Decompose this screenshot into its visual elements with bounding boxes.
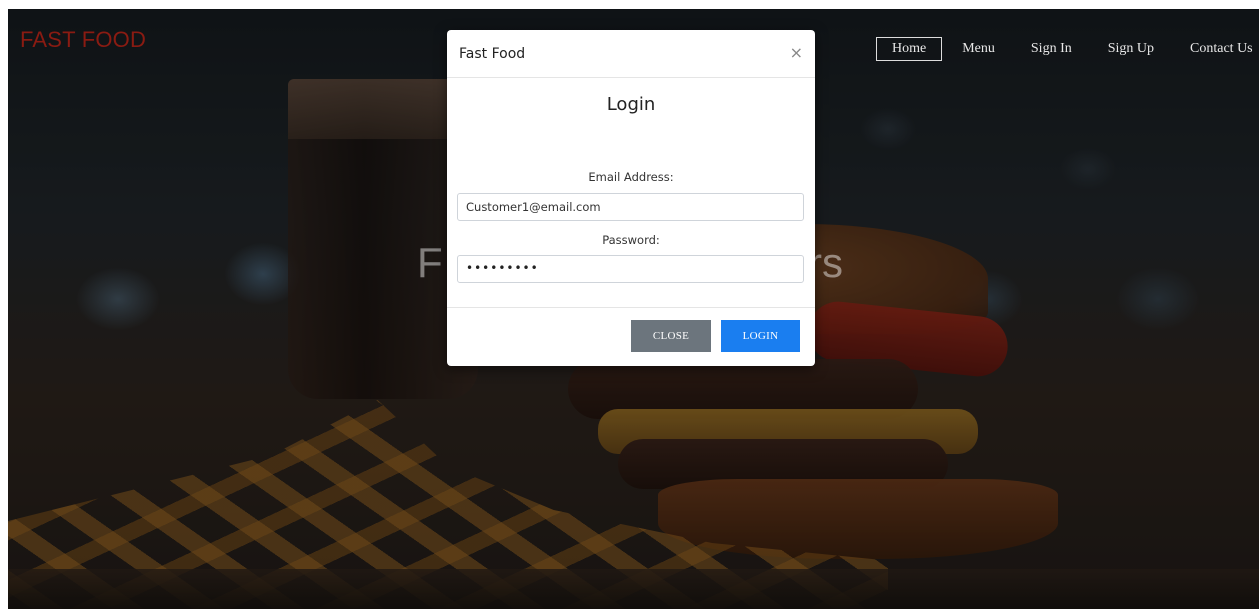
brand-logo[interactable]: FAST FOOD — [20, 27, 146, 53]
email-field[interactable]: Customer1@email.com — [457, 193, 804, 221]
password-field[interactable]: ••••••••• — [457, 255, 804, 283]
login-heading: Login — [606, 94, 656, 115]
hero-text-left: F — [417, 239, 443, 286]
close-icon[interactable]: × — [790, 43, 803, 62]
nav-item-contact-us[interactable]: Contact Us — [1174, 37, 1259, 61]
nav-item-home[interactable]: Home — [876, 37, 943, 61]
modal-header: Fast Food × — [447, 30, 815, 78]
login-button[interactable]: LOGIN — [721, 320, 800, 352]
password-label: Password: — [602, 233, 660, 247]
modal-footer: CLOSE LOGIN — [447, 308, 815, 366]
close-button[interactable]: CLOSE — [631, 320, 711, 352]
email-label: Email Address: — [588, 170, 674, 184]
modal-body: Login Email Address: Customer1@email.com… — [447, 78, 815, 308]
modal-title: Fast Food — [459, 46, 526, 62]
nav-item-sign-in[interactable]: Sign In — [1015, 37, 1088, 61]
nav-item-menu[interactable]: Menu — [946, 37, 1011, 61]
login-modal: Fast Food × Login Email Address: Custome… — [447, 30, 815, 366]
nav-item-sign-up[interactable]: Sign Up — [1092, 37, 1170, 61]
nav-menu: Home Menu Sign In Sign Up Contact Us — [876, 37, 1259, 61]
